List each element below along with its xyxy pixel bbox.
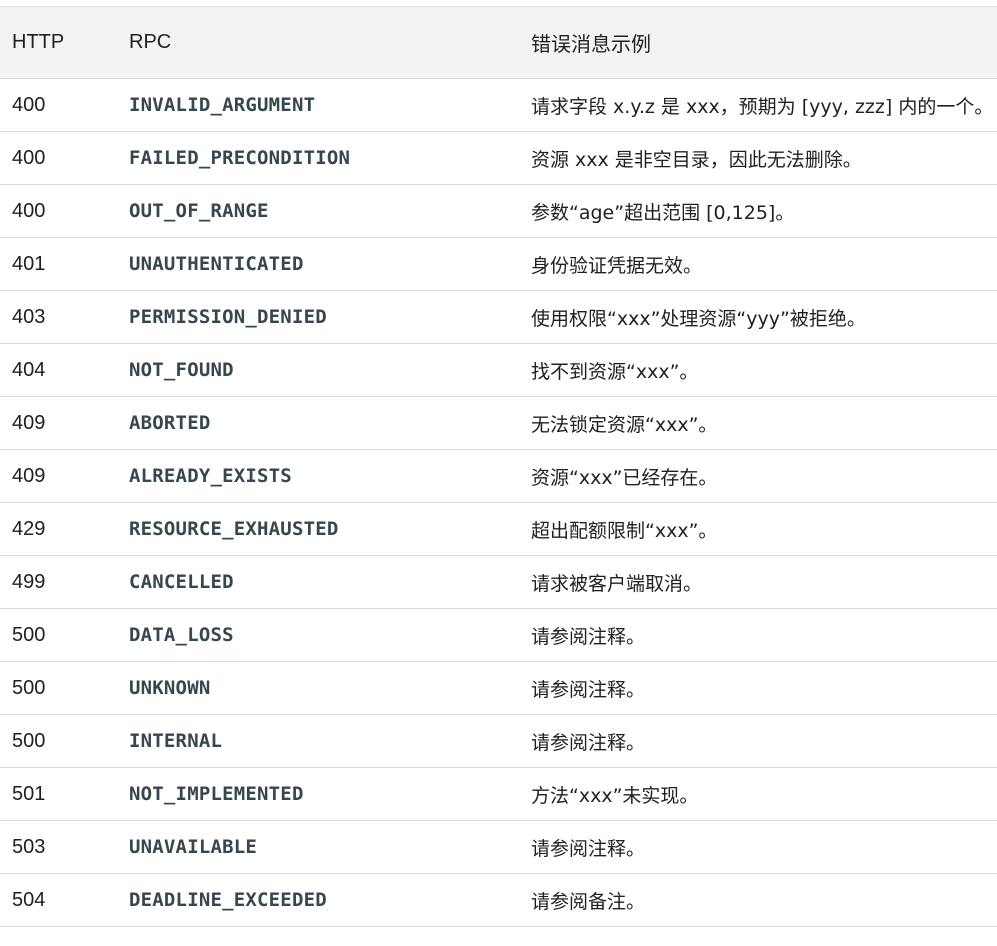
cell-http-code: 500 — [0, 608, 118, 662]
cell-http-code: 501 — [0, 767, 118, 821]
error-code-table-container: HTTP RPC 错误消息示例 400 INVALID_ARGUMENT 请求字段 … — [0, 0, 997, 946]
table-row: 500 INTERNAL 请参阅注释。 — [0, 714, 997, 768]
cell-error-message: 请参阅注释。 — [520, 661, 997, 715]
cell-http-code: 409 — [0, 449, 118, 503]
cell-http-code: 504 — [0, 873, 118, 927]
cell-error-message: 请参阅注释。 — [520, 608, 997, 662]
table-row: 400 INVALID_ARGUMENT 请求字段 x.y.z 是 xxx，预期为 … — [0, 78, 997, 132]
cell-rpc-code: DEADLINE_EXCEEDED — [118, 873, 520, 927]
table-row: 499 CANCELLED 请求被客户端取消。 — [0, 555, 997, 609]
header-message: 错误消息示例 — [520, 6, 997, 79]
cell-http-code: 500 — [0, 714, 118, 768]
table-row: 403 PERMISSION_DENIED 使用权限“xxx”处理资源“yyy”被拒… — [0, 290, 997, 344]
table-row: 504 DEADLINE_EXCEEDED 请参阅备注。 — [0, 873, 997, 927]
table-row: 429 RESOURCE_EXHAUSTED 超出配额限制“xxx”。 — [0, 502, 997, 556]
cell-http-code: 500 — [0, 661, 118, 715]
table-row: 409 ABORTED 无法锁定资源“xxx”。 — [0, 396, 997, 450]
cell-rpc-code: NOT_FOUND — [118, 343, 520, 397]
cell-error-message: 请参阅注释。 — [520, 820, 997, 874]
cell-rpc-code: ABORTED — [118, 396, 520, 450]
header-rpc: RPC — [118, 6, 520, 79]
cell-rpc-code: UNKNOWN — [118, 661, 520, 715]
cell-rpc-code: FAILED_PRECONDITION — [118, 131, 520, 185]
table-row: 503 UNAVAILABLE 请参阅注释。 — [0, 820, 997, 874]
cell-error-message: 方法“xxx”未实现。 — [520, 767, 997, 821]
cell-error-message: 超出配额限制“xxx”。 — [520, 502, 997, 556]
table-row: 501 NOT_IMPLEMENTED 方法“xxx”未实现。 — [0, 767, 997, 821]
cell-rpc-code: INTERNAL — [118, 714, 520, 768]
cell-error-message: 身份验证凭据无效。 — [520, 237, 997, 291]
cell-error-message: 请参阅备注。 — [520, 873, 997, 927]
table-row: 500 UNKNOWN 请参阅注释。 — [0, 661, 997, 715]
cell-http-code: 503 — [0, 820, 118, 874]
table-row: 400 OUT_OF_RANGE 参数“age”超出范围 [0,125]。 — [0, 184, 997, 238]
cell-http-code: 400 — [0, 78, 118, 132]
cell-rpc-code: UNAUTHENTICATED — [118, 237, 520, 291]
table-body: 400 INVALID_ARGUMENT 请求字段 x.y.z 是 xxx，预期为 … — [0, 78, 997, 927]
cell-http-code: 409 — [0, 396, 118, 450]
cell-error-message: 找不到资源“xxx”。 — [520, 343, 997, 397]
cell-rpc-code: INVALID_ARGUMENT — [118, 78, 520, 132]
cell-http-code: 429 — [0, 502, 118, 556]
cell-http-code: 404 — [0, 343, 118, 397]
cell-http-code: 400 — [0, 131, 118, 185]
cell-rpc-code: UNAVAILABLE — [118, 820, 520, 874]
cell-rpc-code: PERMISSION_DENIED — [118, 290, 520, 344]
cell-http-code: 403 — [0, 290, 118, 344]
cell-error-message: 请参阅注释。 — [520, 714, 997, 768]
cell-error-message: 资源 xxx 是非空目录，因此无法删除。 — [520, 131, 997, 185]
cell-rpc-code: CANCELLED — [118, 555, 520, 609]
cell-error-message: 使用权限“xxx”处理资源“yyy”被拒绝。 — [520, 290, 997, 344]
cell-error-message: 资源“xxx”已经存在。 — [520, 449, 997, 503]
cell-rpc-code: OUT_OF_RANGE — [118, 184, 520, 238]
table-row: 401 UNAUTHENTICATED 身份验证凭据无效。 — [0, 237, 997, 291]
cell-error-message: 请求被客户端取消。 — [520, 555, 997, 609]
header-http: HTTP — [0, 6, 118, 79]
cell-error-message: 参数“age”超出范围 [0,125]。 — [520, 184, 997, 238]
cell-http-code: 401 — [0, 237, 118, 291]
header-row: HTTP RPC 错误消息示例 — [0, 6, 997, 79]
table-row: 500 DATA_LOSS 请参阅注释。 — [0, 608, 997, 662]
table-header: HTTP RPC 错误消息示例 — [0, 6, 997, 79]
cell-rpc-code: NOT_IMPLEMENTED — [118, 767, 520, 821]
cell-rpc-code: DATA_LOSS — [118, 608, 520, 662]
cell-error-message: 无法锁定资源“xxx”。 — [520, 396, 997, 450]
cell-rpc-code: ALREADY_EXISTS — [118, 449, 520, 503]
cell-error-message: 请求字段 x.y.z 是 xxx，预期为 [yyy, zzz] 内的一个。 — [520, 78, 997, 132]
cell-http-code: 400 — [0, 184, 118, 238]
error-code-table: HTTP RPC 错误消息示例 400 INVALID_ARGUMENT 请求字段 … — [0, 6, 997, 927]
cell-rpc-code: RESOURCE_EXHAUSTED — [118, 502, 520, 556]
table-row: 400 FAILED_PRECONDITION 资源 xxx 是非空目录，因此无法删… — [0, 131, 997, 185]
cell-http-code: 499 — [0, 555, 118, 609]
table-row: 409 ALREADY_EXISTS 资源“xxx”已经存在。 — [0, 449, 997, 503]
table-row: 404 NOT_FOUND 找不到资源“xxx”。 — [0, 343, 997, 397]
